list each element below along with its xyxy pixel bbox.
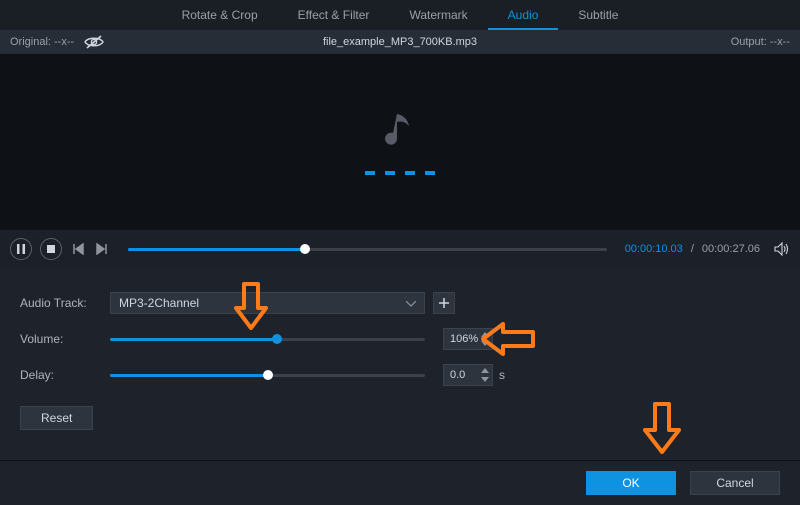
audio-track-label: Audio Track: bbox=[20, 296, 110, 310]
stop-button[interactable] bbox=[40, 238, 62, 260]
delay-input[interactable]: 0.0 bbox=[443, 364, 493, 386]
music-note-icon bbox=[385, 110, 415, 153]
volume-step-down[interactable] bbox=[480, 339, 490, 348]
volume-slider[interactable] bbox=[110, 338, 425, 341]
pause-button[interactable] bbox=[10, 238, 32, 260]
volume-value: 106% bbox=[450, 333, 478, 345]
info-bar: Original: --x-- file_example_MP3_700KB.m… bbox=[0, 30, 800, 54]
time-sep: / bbox=[691, 243, 694, 255]
prev-button[interactable] bbox=[70, 241, 86, 257]
tab-rotate-crop[interactable]: Rotate & Crop bbox=[162, 0, 278, 30]
audio-track-value: MP3-2Channel bbox=[119, 296, 199, 310]
filename-label: file_example_MP3_700KB.mp3 bbox=[323, 36, 477, 48]
delay-slider[interactable] bbox=[110, 374, 425, 377]
delay-label: Delay: bbox=[20, 368, 110, 382]
delay-step-down[interactable] bbox=[480, 375, 490, 384]
reset-button[interactable]: Reset bbox=[20, 406, 93, 430]
delay-value: 0.0 bbox=[450, 369, 465, 381]
ok-button[interactable]: OK bbox=[586, 471, 676, 495]
delay-step-up[interactable] bbox=[480, 366, 490, 375]
tab-effect-filter[interactable]: Effect & Filter bbox=[278, 0, 390, 30]
add-track-button[interactable] bbox=[433, 292, 455, 314]
next-button[interactable] bbox=[94, 241, 110, 257]
audio-controls: Audio Track: MP3-2Channel Volume: 106% D… bbox=[0, 268, 800, 440]
tab-audio[interactable]: Audio bbox=[488, 0, 559, 30]
volume-input[interactable]: 106% bbox=[443, 328, 493, 350]
tabs-bar: Rotate & Crop Effect & Filter Watermark … bbox=[0, 0, 800, 30]
time-duration: 00:00:27.06 bbox=[702, 243, 760, 255]
volume-step-up[interactable] bbox=[480, 330, 490, 339]
preview-pane bbox=[0, 54, 800, 230]
equalizer-icon bbox=[365, 171, 435, 175]
output-size-label: Output: --x-- bbox=[731, 36, 800, 48]
volume-icon[interactable] bbox=[774, 241, 790, 257]
footer: OK Cancel bbox=[0, 461, 800, 505]
play-bar: 00:00:10.03 / 00:00:27.06 bbox=[0, 230, 800, 268]
delay-unit: s bbox=[499, 368, 505, 382]
seek-slider[interactable] bbox=[128, 248, 607, 251]
tab-subtitle[interactable]: Subtitle bbox=[558, 0, 638, 30]
tab-watermark[interactable]: Watermark bbox=[389, 0, 487, 30]
cancel-button[interactable]: Cancel bbox=[690, 471, 780, 495]
chevron-down-icon bbox=[406, 296, 416, 310]
volume-label: Volume: bbox=[20, 332, 110, 346]
time-current: 00:00:10.03 bbox=[625, 243, 683, 255]
audio-track-select[interactable]: MP3-2Channel bbox=[110, 292, 425, 314]
preview-hide-icon[interactable] bbox=[84, 35, 104, 49]
original-size-label: Original: --x-- bbox=[10, 36, 74, 48]
